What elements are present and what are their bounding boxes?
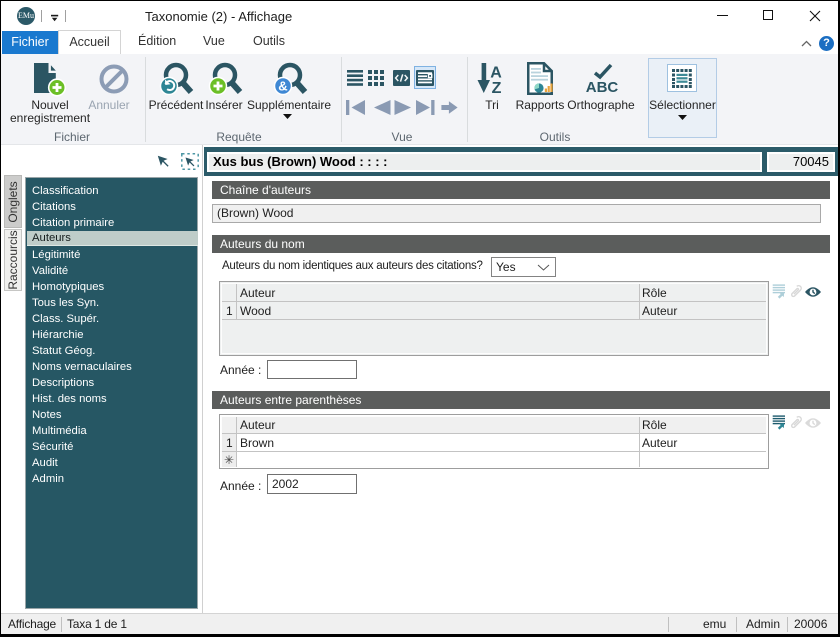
svg-text:&: &	[278, 79, 287, 94]
svg-text:Z: Z	[492, 80, 502, 94]
svg-text:ABC: ABC	[586, 79, 619, 94]
svg-text:A: A	[490, 65, 502, 82]
